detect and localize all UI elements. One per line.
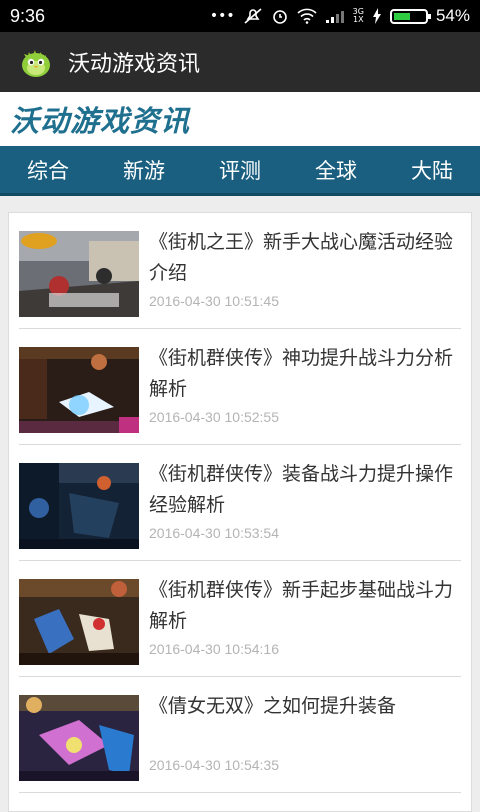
battery-fill	[393, 12, 411, 20]
article-item[interactable]: 《街机群侠传》神功提升战斗力分析解析 2016-04-30 10:52:55	[19, 329, 461, 445]
battery-percent: 54%	[435, 6, 470, 25]
article-item[interactable]: 《街机群侠传》新手起步基础战斗力解析 2016-04-30 10:54:16	[19, 561, 461, 677]
tab-global[interactable]: 全球	[288, 146, 384, 193]
network-type: 3G 1X	[353, 8, 364, 24]
green-bird-icon[interactable]	[18, 44, 54, 80]
article-item[interactable]: 《街机之王》新手大战心魔活动经验介绍 2016-04-30 10:51:45	[19, 213, 461, 329]
article-list: 《街机之王》新手大战心魔活动经验介绍 2016-04-30 10:51:45 《…	[8, 212, 472, 812]
category-tabs: 综合 新游 评测 全球 大陆	[0, 146, 480, 196]
tab-comprehensive[interactable]: 综合	[0, 146, 96, 193]
brand-title: 沃动游戏资讯	[10, 104, 191, 138]
article-title: 《街机群侠传》装备战斗力提升操作经验解析	[149, 463, 454, 516]
article-thumbnail	[19, 347, 139, 433]
mute-icon	[243, 7, 263, 25]
article-thumbnail	[19, 695, 139, 781]
tab-reviews[interactable]: 评测	[192, 146, 288, 193]
tab-mainland[interactable]: 大陆	[384, 146, 480, 193]
status-time: 9:36	[10, 5, 46, 26]
app-title: 沃动游戏资讯	[68, 52, 201, 77]
tab-new-games[interactable]: 新游	[96, 146, 192, 193]
alarm-icon	[271, 7, 289, 25]
article-thumbnail	[19, 231, 139, 317]
article-title: 《街机之王》新手大战心魔活动经验介绍	[149, 231, 454, 284]
article-date: 2016-04-30 10:51:45	[149, 293, 279, 309]
app-bar: 沃动游戏资讯	[0, 32, 480, 92]
article-date: 2016-04-30 10:54:35	[149, 757, 279, 773]
article-thumbnail	[19, 579, 139, 665]
brand-header: 沃动游戏资讯	[0, 92, 480, 146]
article-date: 2016-04-30 10:53:54	[149, 525, 279, 541]
article-title: 《街机群侠传》新手起步基础战斗力解析	[149, 579, 454, 632]
network-type-secondary: 1X	[353, 15, 364, 24]
article-title: 《街机群侠传》神功提升战斗力分析解析	[149, 347, 454, 400]
signal-icon	[325, 8, 345, 24]
article-date: 2016-04-30 10:54:16	[149, 641, 279, 657]
charging-icon	[372, 8, 382, 24]
status-bar: 9:36 ••• 3G 1X 54%	[0, 0, 480, 32]
battery-icon	[389, 8, 431, 24]
article-date: 2016-04-30 10:52:55	[149, 409, 279, 425]
article-thumbnail	[19, 463, 139, 549]
article-item[interactable]: 《倩女无双》之如何提升装备 2016-04-30 10:54:35	[19, 677, 461, 793]
wifi-icon	[297, 8, 317, 24]
article-item[interactable]: 《街机群侠传》装备战斗力提升操作经验解析 2016-04-30 10:53:54	[19, 445, 461, 561]
more-dots-icon: •••	[209, 8, 235, 24]
status-icons: ••• 3G 1X 54%	[210, 6, 470, 26]
article-title: 《倩女无双》之如何提升装备	[149, 695, 397, 717]
